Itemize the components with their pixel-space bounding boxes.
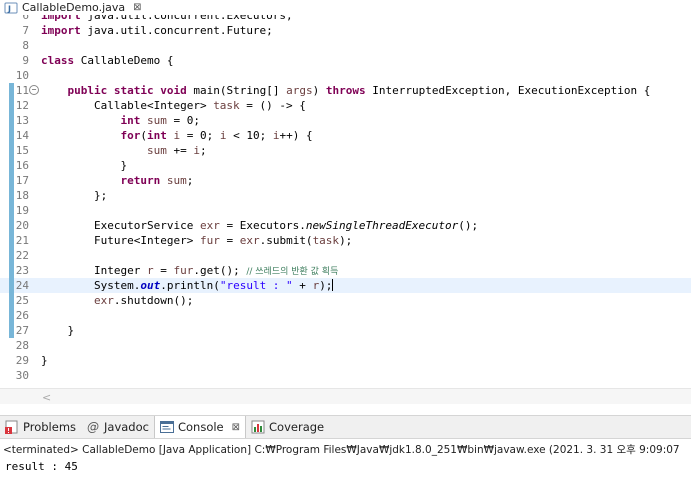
code-line[interactable]: 19 <box>0 203 691 218</box>
code-editor[interactable]: 6 import java.util.concurrent.Executors; 7… <box>0 15 691 390</box>
code-line[interactable]: 20 ExecutorService exr = Executors.newSi… <box>0 218 691 233</box>
tab-problems[interactable]: Problems <box>0 416 81 438</box>
code-line[interactable]: 12 Callable<Integer> task = () -> { <box>0 98 691 113</box>
code-text: public static void main(String[] args) t… <box>67 84 651 97</box>
close-console-icon[interactable]: ⊠ <box>232 422 240 433</box>
text-caret <box>332 279 334 291</box>
line-number: 22 <box>15 249 29 262</box>
code-text: class CallableDemo { <box>41 54 174 67</box>
line-number: 9 <box>22 54 29 67</box>
code-line[interactable]: 8 <box>0 38 691 53</box>
coverage-icon <box>250 419 266 435</box>
code-text: Callable<Integer> task = () -> { <box>41 99 306 112</box>
code-text: sum += i; <box>146 144 207 157</box>
line-number: 28 <box>15 339 29 352</box>
code-line[interactable]: 30 <box>0 368 691 383</box>
code-text: import java.util.concurrent.Executors; <box>41 15 293 22</box>
code-line[interactable]: 14 for(int i = 0; i < 10; i++) { <box>0 128 691 143</box>
code-line[interactable]: 23 Integer r = fur.get(); // 쓰레드의 반환 값 획… <box>0 263 691 278</box>
code-line[interactable]: 27 } <box>0 323 691 338</box>
line-number: 14 <box>15 129 29 142</box>
tab-javadoc[interactable]: @ Javadoc <box>81 416 154 438</box>
code-text: }; <box>41 189 108 202</box>
code-text: } <box>41 354 48 367</box>
editor-horizontal-scrollbar[interactable]: < <box>0 388 691 404</box>
line-number: 16 <box>15 159 29 172</box>
problems-icon <box>4 419 20 435</box>
line-number: 8 <box>22 39 29 52</box>
collapse-fold-icon[interactable]: − <box>29 85 39 95</box>
line-number: 19 <box>15 204 29 217</box>
line-number: 6 <box>22 15 29 22</box>
editor-tab-callabledemo[interactable]: J CallableDemo.java ⊠ <box>0 0 142 15</box>
code-text: exr.shutdown(); <box>93 294 194 307</box>
tab-coverage-label: Coverage <box>269 420 325 434</box>
line-number: 10 <box>15 69 29 82</box>
javadoc-at-icon: @ <box>87 420 100 434</box>
code-line[interactable]: 7 import java.util.concurrent.Future; <box>0 23 691 38</box>
code-line[interactable]: 17 return sum; <box>0 173 691 188</box>
console-status-line: <terminated> CallableDemo [Java Applicat… <box>3 444 680 456</box>
line-number: 30 <box>15 369 29 382</box>
line-number: 24 <box>15 279 29 292</box>
code-line[interactable]: 6 import java.util.concurrent.Executors; <box>0 15 691 23</box>
code-line[interactable]: 26 <box>0 308 691 323</box>
code-text: System.out.println("result : " + r); <box>41 279 334 292</box>
line-number: 26 <box>15 309 29 322</box>
tab-console-label: Console <box>177 420 224 434</box>
line-number: 23 <box>15 264 29 277</box>
line-number: 17 <box>15 174 29 187</box>
tab-coverage[interactable]: Coverage <box>246 416 329 438</box>
code-line[interactable]: 18 }; <box>0 188 691 203</box>
code-line[interactable]: 11− public static void main(String[] arg… <box>0 83 691 98</box>
console-output: result : 45 <box>5 460 78 473</box>
bottom-view-tabs: Problems @ Javadoc Console ⊠ Coverage <box>0 415 691 439</box>
code-line[interactable]: 25 exr.shutdown(); <box>0 293 691 308</box>
code-line[interactable]: 15 sum += i; <box>0 143 691 158</box>
line-number: 13 <box>15 114 29 127</box>
code-line[interactable]: 9 class CallableDemo { <box>0 53 691 68</box>
line-number: 11 <box>15 84 29 97</box>
line-number: 15 <box>15 144 29 157</box>
line-number: 21 <box>15 234 29 247</box>
code-line[interactable]: 22 <box>0 248 691 263</box>
close-tab-icon[interactable]: ⊠ <box>133 2 141 13</box>
code-line[interactable]: 16 } <box>0 158 691 173</box>
code-text: Future<Integer> fur = exr.submit(task); <box>41 234 353 247</box>
code-line[interactable]: 10 <box>0 68 691 83</box>
line-number: 29 <box>15 354 29 367</box>
code-text: return sum; <box>120 174 194 187</box>
editor-tab-title: CallableDemo.java <box>22 1 126 14</box>
console-view[interactable]: <terminated> CallableDemo [Java Applicat… <box>0 440 691 485</box>
svg-text:J: J <box>7 4 11 13</box>
line-number: 20 <box>15 219 29 232</box>
code-line[interactable]: 24 System.out.println("result : " + r); <box>0 278 691 293</box>
code-text: } <box>41 159 128 172</box>
code-line[interactable]: 28 <box>0 338 691 353</box>
tab-console[interactable]: Console ⊠ <box>153 416 247 438</box>
console-icon <box>159 419 175 435</box>
line-number: 27 <box>15 324 29 337</box>
line-number: 18 <box>15 189 29 202</box>
java-file-icon: J <box>4 2 18 14</box>
code-line[interactable]: 21 Future<Integer> fur = exr.submit(task… <box>0 233 691 248</box>
code-text: int sum = 0; <box>120 114 200 127</box>
code-line[interactable]: 13 int sum = 0; <box>0 113 691 128</box>
line-number: 7 <box>22 24 29 37</box>
code-text: } <box>41 324 75 337</box>
tab-problems-label: Problems <box>23 420 77 434</box>
scroll-left-icon[interactable]: < <box>42 391 51 404</box>
code-line[interactable]: 29} <box>0 353 691 368</box>
tab-javadoc-label: Javadoc <box>104 420 149 434</box>
code-text: ExecutorService exr = Executors.newSingl… <box>41 219 479 232</box>
code-text: import java.util.concurrent.Future; <box>41 24 273 37</box>
code-text: for(int i = 0; i < 10; i++) { <box>120 129 313 142</box>
line-number: 25 <box>15 294 29 307</box>
editor-tab-bar: J CallableDemo.java ⊠ <box>0 0 691 15</box>
line-number: 12 <box>15 99 29 112</box>
